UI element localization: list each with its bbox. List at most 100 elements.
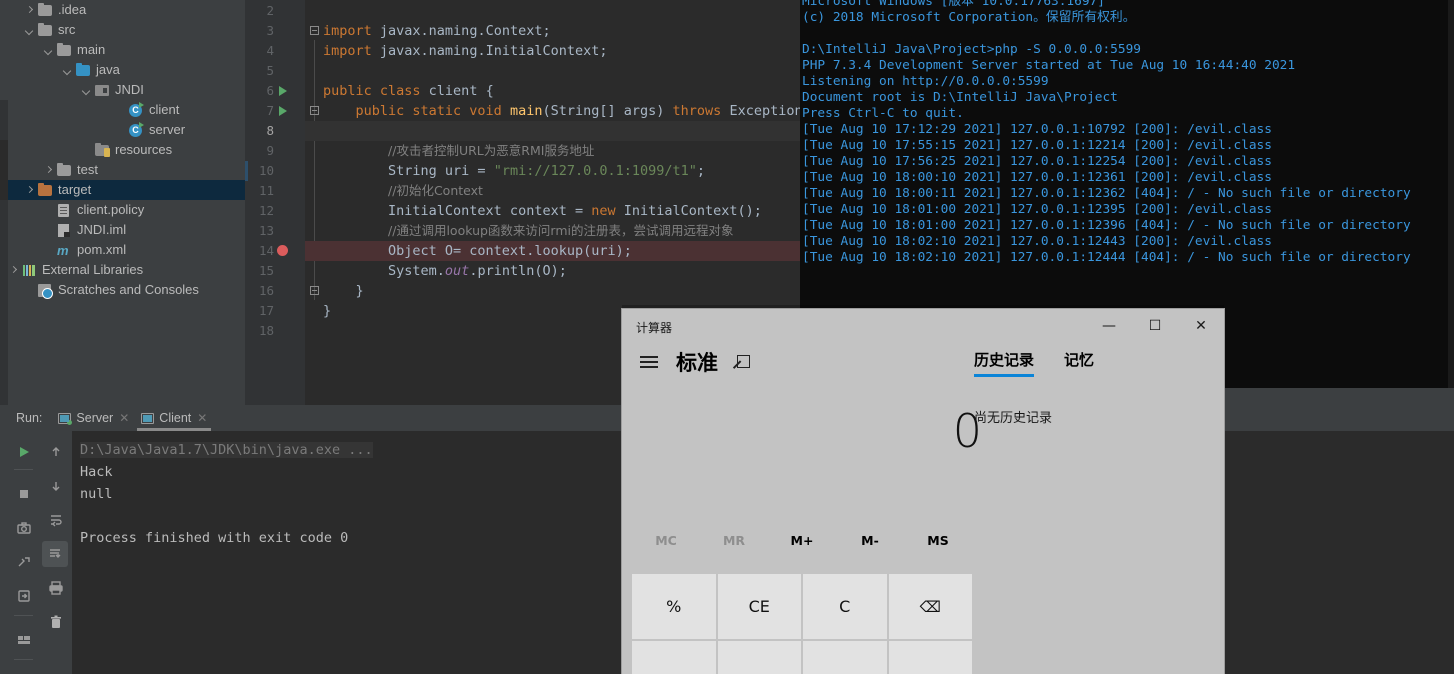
- folder-gray-icon: [38, 2, 53, 18]
- code-line: String uri = "rmi://127.0.0.1:1099/t1";: [323, 163, 706, 179]
- terminal-line: [Tue Aug 10 17:12:29 2021] 127.0.0.1:107…: [802, 122, 1272, 137]
- scratches-icon: [38, 283, 53, 299]
- key-backspace[interactable]: ⌫: [888, 574, 972, 639]
- tree-item-resources[interactable]: resources: [8, 140, 245, 160]
- editor-gutter[interactable]: 2 3 4 5 6 7 8 9 10 11 12 13 14 15 16 17 18: [245, 0, 305, 405]
- line-number: 11: [258, 183, 274, 198]
- stop-icon[interactable]: [8, 481, 39, 507]
- fold-marker-icon[interactable]: [310, 286, 319, 295]
- tree-item-client[interactable]: client: [8, 100, 245, 120]
- maximize-button[interactable]: ☐: [1132, 309, 1178, 343]
- run-icon[interactable]: [8, 439, 39, 465]
- run-tab-client[interactable]: Client ✕: [135, 405, 213, 431]
- calculator-title: 计算器: [636, 321, 673, 335]
- tree-item-test[interactable]: test: [8, 160, 245, 180]
- memory-button-ms[interactable]: MS: [904, 533, 972, 548]
- key-row2-partial[interactable]: [717, 641, 801, 674]
- tree-item-scratches-and-consoles[interactable]: Scratches and Consoles: [8, 280, 245, 300]
- history-tab-memory[interactable]: 记忆: [1064, 349, 1094, 377]
- close-button[interactable]: ✕: [1178, 309, 1224, 343]
- run-tab-server[interactable]: Server ✕: [52, 405, 135, 431]
- tree-item-src[interactable]: src: [8, 20, 245, 40]
- tree-item-label: client.policy: [77, 202, 145, 217]
- tree-item-java[interactable]: java: [8, 60, 245, 80]
- tree-item-label: Scratches and Consoles: [58, 282, 199, 297]
- tree-item-main[interactable]: main: [8, 40, 245, 60]
- tree-item-jndi-iml[interactable]: JNDI.iml: [8, 220, 245, 240]
- ide-left-strip-top: [0, 0, 8, 100]
- tree-item-target[interactable]: target: [8, 180, 245, 200]
- scroll-to-end-icon[interactable]: [42, 541, 68, 567]
- code-line: import javax.naming.InitialContext;: [323, 43, 608, 59]
- keep-on-top-icon[interactable]: [734, 354, 750, 370]
- chevron-right-icon[interactable]: [8, 265, 19, 276]
- tree-item-label: resources: [115, 142, 173, 157]
- minimize-button[interactable]: —: [1086, 309, 1132, 343]
- history-tab-bar[interactable]: 历史记录 记忆: [974, 349, 1224, 377]
- run-gutter-icon[interactable]: [279, 106, 287, 116]
- tree-item-server[interactable]: server: [8, 120, 245, 140]
- tree-item-pom-xml[interactable]: m pom.xml: [8, 240, 245, 260]
- run-toolbar-left[interactable]: [8, 431, 39, 674]
- code-line: System.out.println(O);: [323, 263, 567, 279]
- key-percent[interactable]: %: [632, 574, 716, 639]
- key-clear[interactable]: C: [803, 574, 887, 639]
- tree-item-label: src: [58, 22, 76, 37]
- chevron-right-icon[interactable]: [24, 185, 35, 196]
- terminal-line: [Tue Aug 10 18:02:10 2021] 127.0.0.1:124…: [802, 234, 1272, 249]
- trash-icon[interactable]: [39, 609, 72, 635]
- history-panel: 历史记录 记忆 尚无历史记录: [974, 349, 1224, 426]
- chevron-down-icon[interactable]: [62, 65, 73, 76]
- run-tab-bar[interactable]: Run: Server ✕ Client ✕: [8, 405, 646, 431]
- run-gutter-icon[interactable]: [279, 86, 287, 96]
- key-row2-partial[interactable]: [632, 641, 716, 674]
- print-icon[interactable]: [39, 575, 72, 601]
- fold-marker-icon[interactable]: [310, 106, 319, 115]
- terminal-line: Microsoft Windows [版本 10.0.17763.1697]: [802, 0, 1105, 9]
- memory-button-mplus[interactable]: M+: [768, 533, 836, 548]
- down-icon[interactable]: [39, 473, 72, 499]
- chevron-down-icon[interactable]: [43, 45, 54, 56]
- terminal-line: Press Ctrl-C to quit.: [802, 106, 964, 121]
- close-tab-icon[interactable]: ✕: [119, 411, 129, 425]
- layout-icon[interactable]: [8, 627, 39, 653]
- tree-item-external-libraries[interactable]: External Libraries: [8, 260, 245, 280]
- tree-item--idea[interactable]: .idea: [8, 0, 245, 20]
- tree-item-client-policy[interactable]: client.policy: [8, 200, 245, 220]
- memory-button-mminus[interactable]: M-: [836, 533, 904, 548]
- calculator-mode-row: 标准: [640, 347, 750, 377]
- key-row2-partial[interactable]: [888, 641, 972, 674]
- fold-marker-icon[interactable]: [310, 26, 319, 35]
- debug-icon[interactable]: [8, 549, 39, 575]
- calculator-keypad[interactable]: % CE C ⌫: [632, 574, 972, 674]
- export-icon[interactable]: [8, 583, 39, 609]
- project-tree[interactable]: .idea src main java JNDI client server resource…: [8, 0, 245, 405]
- chevron-right-icon[interactable]: [43, 165, 54, 176]
- camera-icon[interactable]: [8, 515, 39, 541]
- tree-item-label: JNDI.iml: [77, 222, 127, 237]
- folder-pkg-icon: [95, 83, 110, 98]
- chevron-down-icon[interactable]: [81, 85, 92, 96]
- breakpoint-icon[interactable]: [277, 245, 288, 256]
- history-tab-history[interactable]: 历史记录: [974, 349, 1035, 377]
- close-tab-icon[interactable]: ✕: [197, 411, 207, 425]
- tree-item-jndi[interactable]: JNDI: [8, 80, 245, 100]
- tree-item-label: pom.xml: [77, 242, 127, 257]
- tree-item-label: External Libraries: [42, 262, 144, 277]
- tree-item-label: .idea: [58, 2, 87, 17]
- toolbar-divider: [14, 469, 33, 470]
- terminal-line: (c) 2018 Microsoft Corporation。保留所有权利。: [802, 10, 1136, 25]
- calculator-window[interactable]: 计算器 — ☐ ✕ 标准 0 历史记录 记忆 尚无历史记录 MC MR M+ M- MS …: [622, 309, 1224, 674]
- key-clear-entry[interactable]: CE: [717, 574, 801, 639]
- code-line: //初始化Context: [388, 183, 483, 198]
- chevron-down-icon[interactable]: [24, 25, 35, 36]
- java-class-icon: [129, 101, 144, 118]
- run-toolbar-right[interactable]: [39, 431, 72, 674]
- key-row2-partial[interactable]: [803, 641, 887, 674]
- chevron-right-icon[interactable]: [24, 5, 35, 16]
- hamburger-icon[interactable]: [640, 355, 658, 369]
- up-icon[interactable]: [39, 439, 72, 465]
- soft-wrap-icon[interactable]: [39, 507, 72, 533]
- memory-button-row[interactable]: MC MR M+ M- MS: [632, 533, 972, 548]
